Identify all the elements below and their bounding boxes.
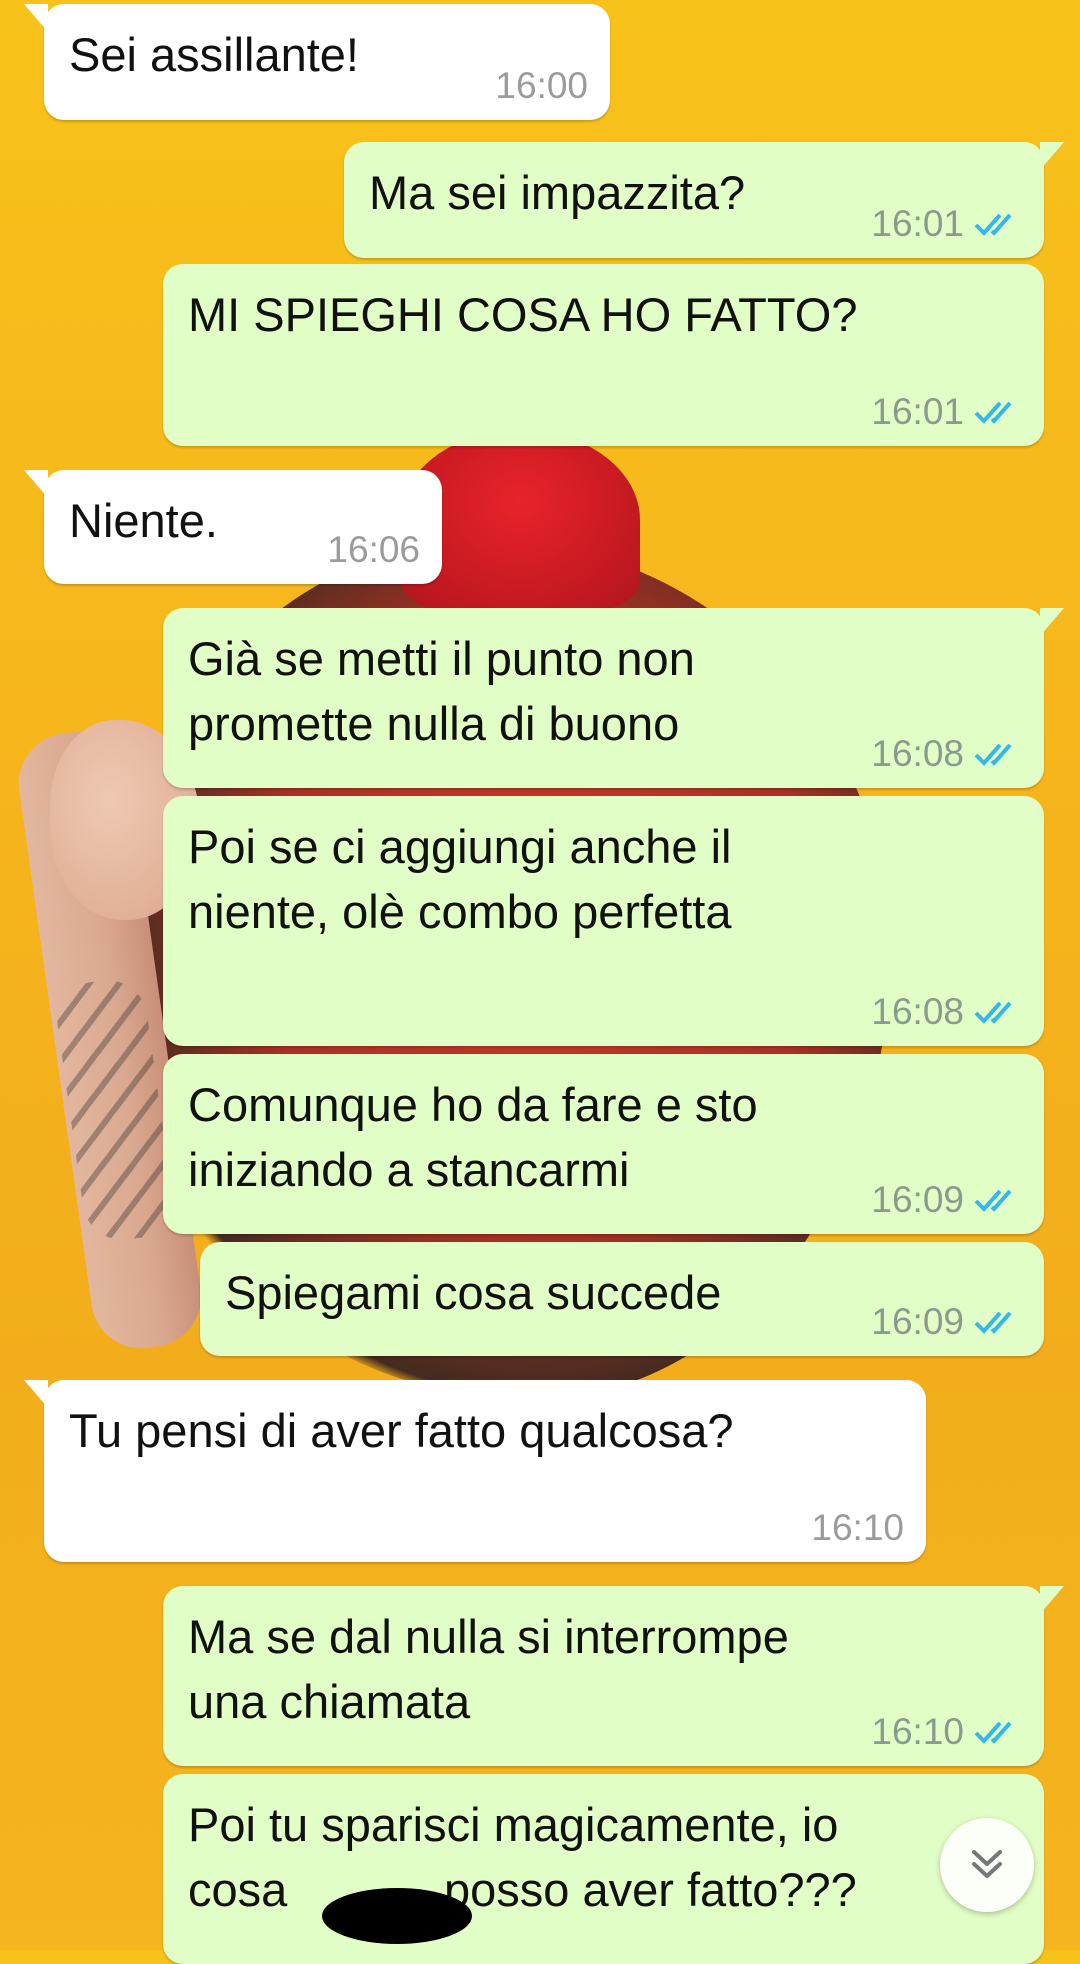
message-time: 16:10 — [811, 1507, 904, 1548]
message-meta: 16:01 — [871, 392, 1022, 432]
message-text: Tu pensi di aver fatto qualcosa? — [69, 1404, 734, 1457]
message-time: 16:08 — [871, 991, 964, 1032]
message-meta: 16:00 — [495, 66, 588, 106]
message-time: 16:09 — [871, 1301, 964, 1342]
message-meta: 16:09 — [871, 1302, 1022, 1342]
message-time: 16:10 — [871, 1711, 964, 1752]
message-bubble-outgoing[interactable]: Ma sei impazzita? 16:01 — [344, 142, 1064, 258]
message-bubble-outgoing[interactable]: MI SPIEGHI COSA HO FATTO? 16:01 — [163, 264, 1044, 446]
message-time: 16:06 — [327, 529, 420, 570]
double-check-icon — [974, 213, 1012, 236]
message-text: MI SPIEGHI COSA HO FATTO? — [188, 288, 858, 341]
scroll-to-bottom-button[interactable] — [940, 1818, 1034, 1912]
message-bubble-outgoing[interactable]: Poi se ci aggiungi anche il niente, olè … — [163, 796, 1044, 1046]
message-bubble-outgoing[interactable]: Spiegami cosa succede 16:09 — [200, 1242, 1044, 1356]
chat-message-list[interactable]: Sei assillante! 16:00 Ma sei impazzita? … — [0, 0, 1080, 1964]
message-bubble-outgoing[interactable]: Comunque ho da fare e sto iniziando a st… — [163, 1054, 1044, 1234]
message-bubble-outgoing[interactable]: Già se metti il punto non promette nulla… — [163, 608, 1064, 788]
message-meta: 16:09 — [871, 1180, 1022, 1220]
message-bubble-incoming[interactable]: Tu pensi di aver fatto qualcosa? 16:10 — [24, 1380, 926, 1562]
message-meta: 16:10 — [811, 1508, 904, 1548]
message-meta: 16:06 — [327, 530, 420, 570]
message-bubble-outgoing[interactable]: Ma se dal nulla si interrompe una chiama… — [163, 1586, 1064, 1766]
message-meta: 16:01 — [871, 204, 1022, 244]
double-chevron-down-icon — [972, 1850, 1002, 1878]
double-check-icon — [974, 1721, 1012, 1744]
message-meta: 16:08 — [871, 734, 1022, 774]
message-bubble-outgoing[interactable]: Poi tu sparisci magicamente, io cosa pos… — [163, 1774, 1044, 1964]
redaction-mark — [322, 1888, 472, 1944]
message-time: 16:09 — [871, 1179, 964, 1220]
double-check-icon — [974, 743, 1012, 766]
message-time: 16:08 — [871, 733, 964, 774]
message-meta: 16:08 — [871, 992, 1022, 1032]
double-check-icon — [974, 1189, 1012, 1212]
double-check-icon — [974, 1311, 1012, 1334]
message-bubble-incoming[interactable]: Niente. 16:06 — [24, 470, 442, 584]
message-meta: 16:10 — [871, 1712, 1022, 1752]
message-time: 16:00 — [495, 65, 588, 106]
message-bubble-incoming[interactable]: Sei assillante! 16:00 — [24, 4, 610, 120]
double-check-icon — [974, 1001, 1012, 1024]
message-text: Poi tu sparisci magicamente, io cosa pos… — [188, 1798, 857, 1916]
message-text: Poi se ci aggiungi anche il niente, olè … — [188, 820, 732, 938]
message-time: 16:01 — [871, 391, 964, 432]
double-check-icon — [974, 401, 1012, 424]
message-time: 16:01 — [871, 203, 964, 244]
